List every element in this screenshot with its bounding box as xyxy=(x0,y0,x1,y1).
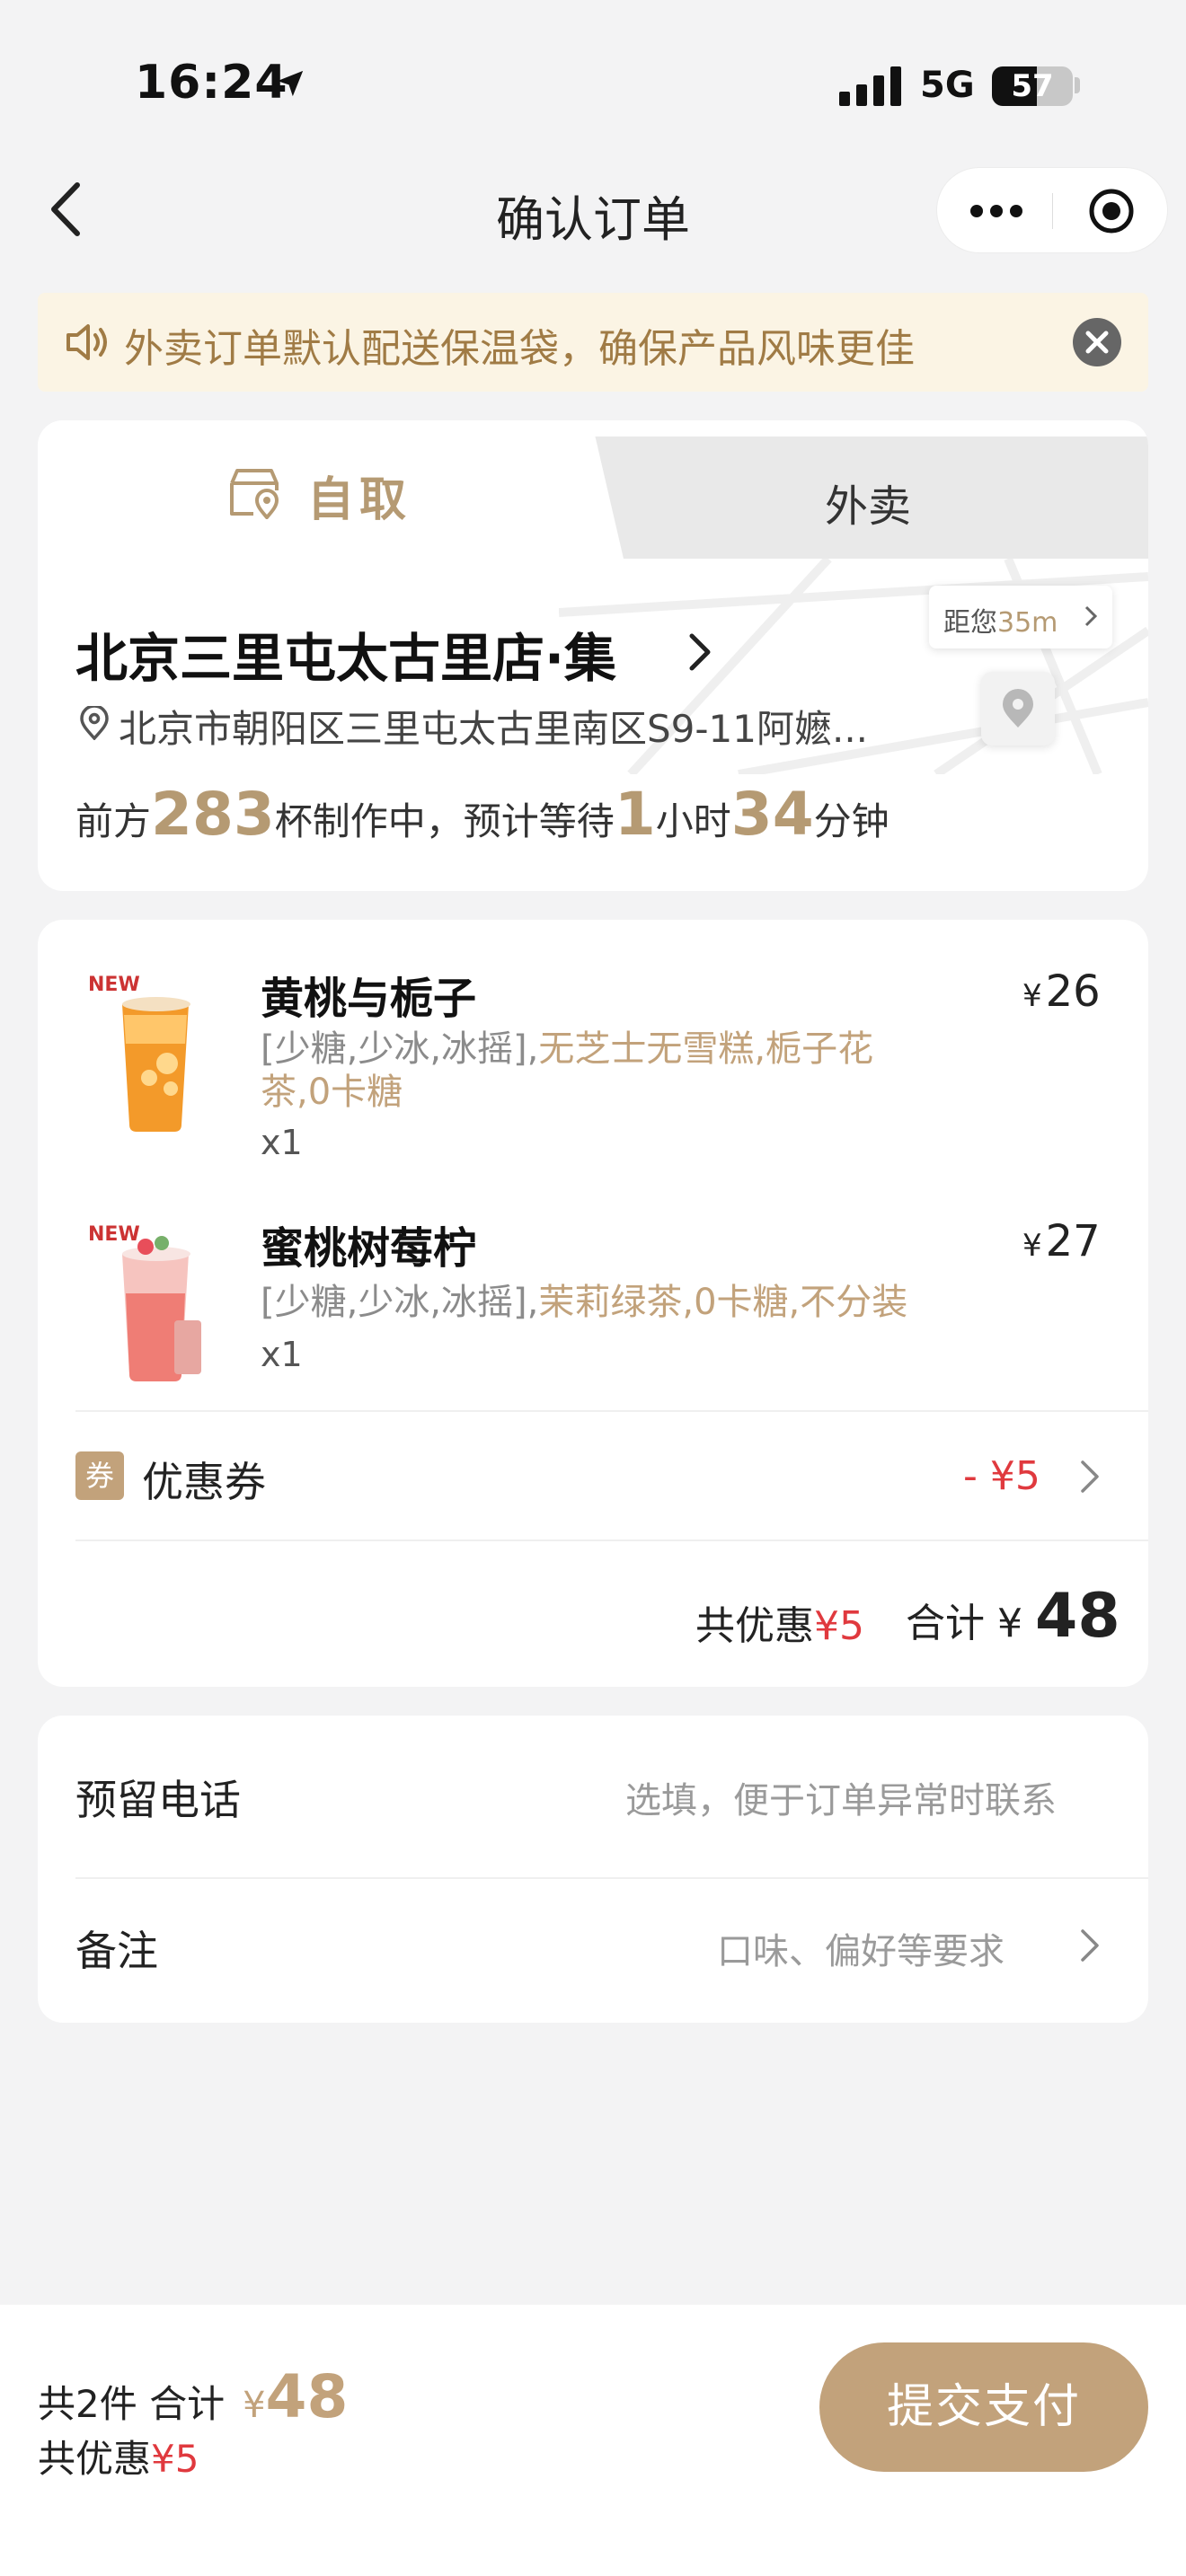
product-name: 黄桃与栀子 xyxy=(261,974,477,1024)
map-pin xyxy=(981,672,1055,745)
contact-card: 预留电话 选填，便于订单异常时联系 备注 口味、偏好等要求 xyxy=(38,1716,1148,2023)
divider xyxy=(75,1539,1148,1541)
location-pin-icon xyxy=(80,706,109,740)
location-arrow-icon xyxy=(277,70,304,97)
battery-level: 57 xyxy=(1011,68,1054,104)
total-amount: 48 xyxy=(265,2362,349,2431)
remark-label: 备注 xyxy=(75,1927,158,1975)
discount-value: ¥5 xyxy=(151,2437,199,2481)
close-icon xyxy=(1085,331,1109,354)
store-address: 北京市朝阳区三里屯太古里南区S9-11阿嬷... xyxy=(119,707,869,751)
notice-close-button[interactable] xyxy=(1073,318,1121,366)
miniapp-capsule xyxy=(936,167,1168,253)
queue-status: 前方283杯制作中，预计等待1小时34分钟 xyxy=(75,780,890,849)
price-value: 26 xyxy=(1045,966,1101,1017)
chevron-right-icon[interactable] xyxy=(686,631,713,674)
store-card: 自取 外卖 距您35m 北京三里屯太古里店·集 北京市朝阳区三里屯太古里南区S9… xyxy=(38,420,1148,891)
total-currency: ¥ xyxy=(243,2385,266,2426)
coupon-label[interactable]: 优惠券 xyxy=(142,1450,266,1509)
close-miniapp-icon[interactable] xyxy=(1088,188,1135,234)
queue-cups: 283 xyxy=(151,780,275,849)
wait-hours: 1 xyxy=(614,780,656,849)
hour-unit: 小时 xyxy=(655,799,731,843)
discount-label: 共优惠 xyxy=(695,1603,814,1649)
discount-label: 共优惠 xyxy=(38,2437,152,2481)
divider xyxy=(75,1877,1148,1879)
notice-text: 外卖订单默认配送保温袋，确保产品风味更佳 xyxy=(124,326,915,372)
tab-pickup[interactable]: 自取 xyxy=(307,462,412,529)
checkout-total: 共2件 合计 ¥48 xyxy=(38,2362,348,2431)
queue-mid: 杯制作中，预计等待 xyxy=(274,799,615,843)
coupon-icon: 券 xyxy=(75,1451,124,1500)
total-label: 合计 xyxy=(906,1601,985,1646)
battery-icon: 57 xyxy=(992,66,1073,106)
wait-minutes: 34 xyxy=(730,780,814,849)
phone-input[interactable]: 选填，便于订单异常时联系 xyxy=(625,1771,1057,1823)
chevron-right-icon[interactable] xyxy=(1080,1459,1100,1495)
count-label: 共2件 合计 xyxy=(38,2382,226,2426)
product-image xyxy=(122,1236,201,1381)
spec-base: [少糖,少冰,冰摇], xyxy=(261,1282,539,1323)
distance-value: 35m xyxy=(997,607,1058,639)
product-price: ¥27 xyxy=(1022,1216,1101,1266)
product-qty: x1 xyxy=(261,1335,303,1374)
currency: ¥ xyxy=(1022,1228,1042,1264)
total-value: 48 xyxy=(1035,1581,1120,1652)
product-spec: [少糖,少冰,冰摇],茉莉绿茶,0卡糖,不分装 xyxy=(261,1281,907,1324)
discount-value: ¥5 xyxy=(814,1603,864,1649)
minute-unit: 分钟 xyxy=(813,799,890,843)
product-spec: [少糖,少冰,冰摇],无芝士无雪糕,栀子花茶,0卡糖 xyxy=(261,1028,907,1114)
total-currency: ¥ xyxy=(997,1601,1022,1646)
product-image xyxy=(122,997,190,1132)
coupon-value[interactable]: - ¥5 xyxy=(963,1453,1040,1499)
order-card: NEW 黄桃与栀子 [少糖,少冰,冰摇],无芝士无雪糕,栀子花茶,0卡糖 x1 … xyxy=(38,920,1148,1687)
capsule-divider xyxy=(1052,193,1053,229)
checkout-bar: 共2件 合计 ¥48 共优惠¥5 提交支付 xyxy=(0,2305,1186,2576)
cellular-signal-icon xyxy=(839,66,901,106)
product-qty: x1 xyxy=(261,1123,303,1162)
checkout-discount: 共优惠¥5 xyxy=(38,2429,199,2483)
queue-prefix: 前方 xyxy=(75,799,152,843)
speaker-icon xyxy=(66,324,107,360)
divider xyxy=(75,1410,1148,1412)
currency: ¥ xyxy=(1022,978,1042,1014)
tab-delivery-label[interactable]: 外卖 xyxy=(825,471,911,534)
product-name: 蜜桃树莓柠 xyxy=(261,1223,477,1274)
total-summary: 合计 ¥ 48 xyxy=(906,1581,1120,1652)
remark-input[interactable]: 口味、偏好等要求 xyxy=(717,1922,1005,1974)
map-pin-icon xyxy=(1003,689,1033,728)
discount-summary: 共优惠¥5 xyxy=(695,1593,864,1651)
distance-tooltip[interactable]: 距您35m xyxy=(929,586,1112,648)
store-name[interactable]: 北京三里屯太古里店·集 xyxy=(75,616,616,692)
notice-banner: 外卖订单默认配送保温袋，确保产品风味更佳 xyxy=(38,293,1148,392)
network-type: 5G xyxy=(920,65,975,106)
chevron-right-icon xyxy=(1084,605,1098,627)
submit-payment-button[interactable]: 提交支付 xyxy=(819,2342,1148,2472)
product-price: ¥26 xyxy=(1022,966,1101,1017)
distance-label: 距您 xyxy=(943,607,997,639)
store-pickup-icon xyxy=(230,469,279,519)
more-options-icon[interactable] xyxy=(969,204,1023,218)
chevron-right-icon[interactable] xyxy=(1080,1928,1100,1963)
spec-extra: 茉莉绿茶,0卡糖,不分装 xyxy=(538,1282,908,1323)
battery-cap xyxy=(1075,77,1080,93)
price-value: 27 xyxy=(1045,1216,1101,1266)
phone-label: 预留电话 xyxy=(75,1776,241,1824)
status-time: 16:24 xyxy=(135,56,288,110)
spec-base: [少糖,少冰,冰摇], xyxy=(261,1028,539,1070)
